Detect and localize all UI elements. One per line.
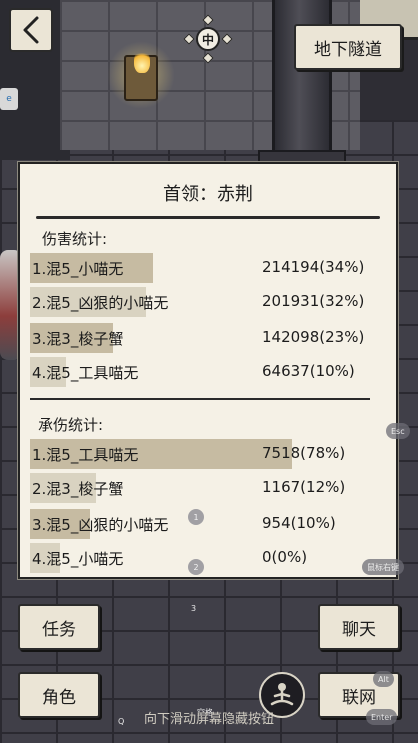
damage-row: 4.混5_工具喵无 64637(10%) — [30, 356, 392, 388]
npc-tag-icon[interactable]: e — [0, 88, 18, 110]
back-button[interactable] — [9, 8, 53, 52]
tank-value: 7518(78%) — [262, 444, 346, 462]
tank-row: 2.混3_梭子蟹 1167(12%) — [30, 472, 392, 504]
compass-widget[interactable]: 中 — [183, 14, 233, 64]
esc-key-badge: Esc — [386, 423, 410, 439]
tank-name: 4.混5_小喵无 — [32, 550, 124, 568]
tank-row: 4.混5_小喵无 0(0%) — [30, 542, 392, 574]
damage-name: 3.混3_梭子蟹 — [32, 330, 124, 348]
hide-buttons-hint: 向下滑动屏幕隐藏按钮 — [143, 712, 274, 727]
compass-center: 中 — [196, 27, 220, 51]
damage-row: 2.混5_凶狠的小喵无 201931(32%) — [30, 286, 392, 318]
damage-row: 1.混5_小喵无 214194(34%) — [30, 252, 392, 284]
chat-button[interactable]: 聊天 — [318, 604, 400, 650]
tank-name: 2.混3_梭子蟹 — [32, 480, 124, 498]
hotkey-3-label: 3 — [191, 604, 197, 613]
back-chevron-icon — [23, 16, 39, 44]
tank-section-label: 承伤统计: — [38, 416, 104, 434]
task-button[interactable]: 任务 — [18, 604, 100, 650]
damage-name: 2.混5_凶狠的小喵无 — [32, 294, 169, 312]
flame-icon — [134, 49, 150, 73]
meditation-icon — [270, 683, 294, 706]
mouse-right-badge: 鼠标右键 — [362, 559, 404, 575]
hotkey-2-badge: 2 — [188, 559, 204, 575]
tank-value: 0(0%) — [262, 548, 308, 566]
title-divider — [36, 216, 380, 219]
tank-name: 3.混5_凶狠的小喵无 — [32, 516, 169, 534]
hotkey-1-badge: 1 — [188, 509, 204, 525]
section-divider — [30, 398, 370, 400]
tank-name: 1.混5_工具喵无 — [32, 446, 139, 464]
damage-value: 201931(32%) — [262, 292, 365, 310]
damage-section-label: 伤害统计: — [42, 230, 108, 248]
tank-value: 1167(12%) — [262, 478, 346, 496]
damage-row: 3.混3_梭子蟹 142098(23%) — [30, 322, 392, 354]
damage-name: 4.混5_工具喵无 — [32, 364, 139, 382]
wall-torch — [124, 49, 158, 101]
damage-value: 142098(23%) — [262, 328, 365, 346]
location-button[interactable]: 地下隧道 — [294, 24, 402, 70]
tank-row: 3.混5_凶狠的小喵无 954(10%) — [30, 508, 392, 540]
damage-value: 64637(10%) — [262, 362, 355, 380]
damage-name: 1.混5_小喵无 — [32, 260, 124, 278]
damage-value: 214194(34%) — [262, 258, 365, 276]
alt-key-badge: Alt — [373, 671, 394, 687]
tank-row: 1.混5_工具喵无 7518(78%) — [30, 438, 392, 470]
tank-value: 954(10%) — [262, 514, 336, 532]
boss-stats-panel: 首领：赤荆 伤害统计: 1.混5_小喵无 214194(34%) 2.混5_凶狠… — [18, 162, 398, 579]
panel-title: 首领：赤荆 — [163, 184, 253, 205]
